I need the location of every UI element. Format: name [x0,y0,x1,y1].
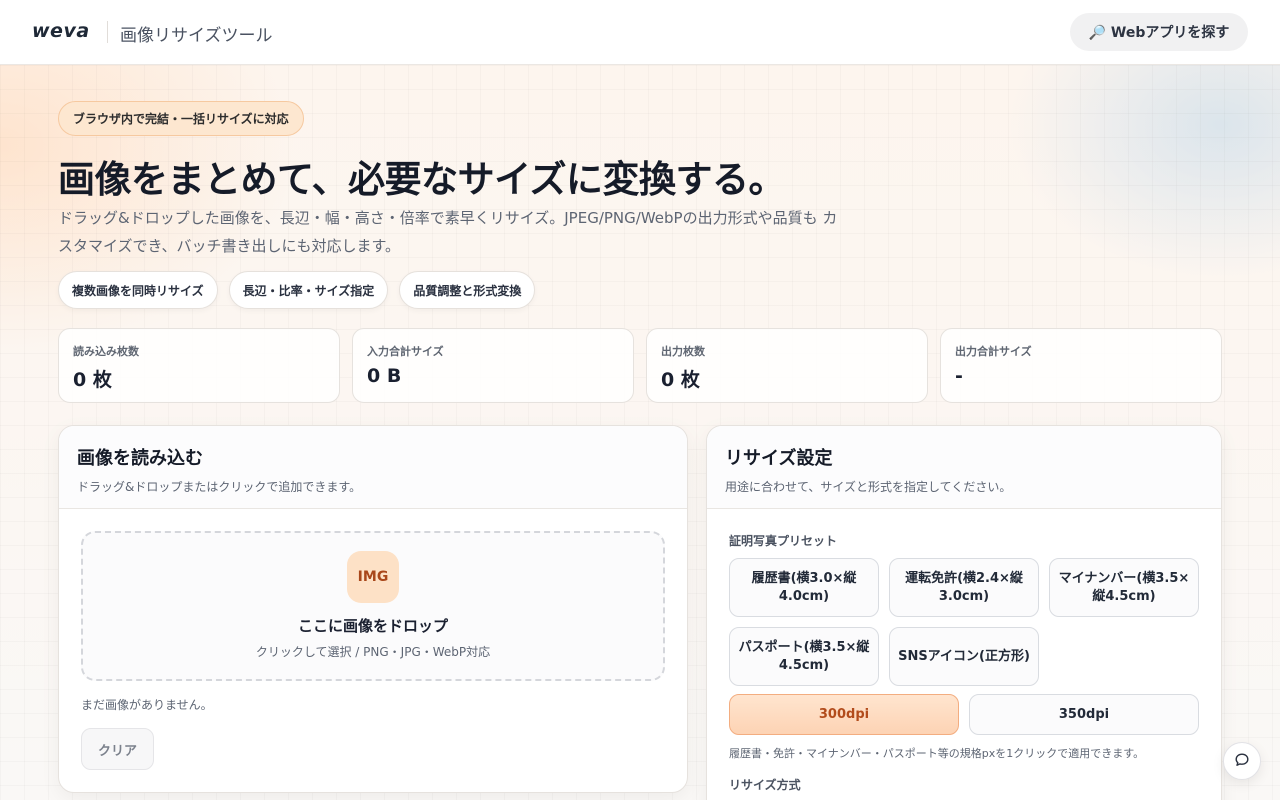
dropzone-subtitle: クリックして選択 / PNG・JPG・WebP対応 [255,645,491,659]
preset-section-label: 証明写真プリセット [729,534,838,548]
panel-header: リサイズ設定 用途に合わせて、サイズと形式を指定してください。 [707,426,1221,509]
top-bar: weva 画像リサイズツール 🔎 Webアプリを探す [0,0,1280,65]
panel-title: 画像を読み込む [77,448,203,469]
stat-value: - [955,365,963,387]
panel-subtitle: 用途に合わせて、サイズと形式を指定してください。 [725,480,1012,494]
resize-method-label: リサイズ方式 [729,778,801,792]
weva-logo[interactable]: weva [32,20,90,42]
feature-chip: 複数画像を同時リサイズ [58,271,218,309]
stat-card-input-size: 入力合計サイズ 0 B [352,328,634,403]
panel-title: リサイズ設定 [725,448,833,469]
load-images-panel: 画像を読み込む ドラッグ&ドロップまたはクリックで追加できます。 IMG ここに… [58,425,688,793]
stat-value: 0 枚 [73,369,112,391]
resize-settings-panel: リサイズ設定 用途に合わせて、サイズと形式を指定してください。 証明写真プリセッ… [706,425,1222,800]
find-web-apps-button[interactable]: 🔎 Webアプリを探す [1070,13,1248,51]
preset-sns-icon-button[interactable]: SNSアイコン(正方形) [889,627,1039,686]
image-icon: IMG [347,551,399,603]
app-title: 画像リサイズツール [120,26,273,46]
dpi-300-button[interactable]: 300dpi [729,694,959,735]
stat-value: 0 B [367,365,402,387]
preset-passport-button[interactable]: パスポート(横3.5×縦4.5cm) [729,627,879,686]
chat-bubble-icon [1234,752,1250,771]
stat-card-loaded-count: 読み込み枚数 0 枚 [58,328,340,403]
feature-chips: 複数画像を同時リサイズ 長辺・比率・サイズ指定 品質調整と形式変換 [58,271,536,309]
feature-chip: 長辺・比率・サイズ指定 [228,271,389,309]
stat-label: 出力枚数 [661,345,705,358]
feature-pill: ブラウザ内で完結・一括リサイズに対応 [58,101,304,136]
hero-title: 画像をまとめて、必要なサイズに変換する。 [58,158,786,201]
preset-drivers-license-button[interactable]: 運転免許(横2.4×縦3.0cm) [889,558,1039,617]
empty-state-message: まだ画像がありません。 [81,698,213,712]
preset-my-number-button[interactable]: マイナンバー(横3.5×縦4.5cm) [1049,558,1199,617]
dropzone-title: ここに画像をドロップ [297,617,448,635]
logo-divider [107,21,108,43]
main-content: ブラウザ内で完結・一括リサイズに対応 画像をまとめて、必要なサイズに変換する。 … [0,65,1280,800]
dpi-350-button[interactable]: 350dpi [969,694,1199,735]
clear-button[interactable]: クリア [81,728,154,770]
panel-subtitle: ドラッグ&ドロップまたはクリックで追加できます。 [77,480,362,494]
stat-label: 読み込み枚数 [73,345,139,358]
panel-header: 画像を読み込む ドラッグ&ドロップまたはクリックで追加できます。 [59,426,687,509]
hero-description: ドラッグ&ドロップした画像を、長辺・幅・高さ・倍率で素早くリサイズ。JPEG/P… [58,209,838,255]
find-web-apps-label: 🔎 Webアプリを探す [1088,25,1230,41]
stat-card-output-size: 出力合計サイズ - [940,328,1222,403]
chat-button[interactable] [1223,742,1261,780]
preset-note: 履歴書・免許・マイナンバー・パスポート等の規格pxを1クリックで適用できます。 [729,747,1145,760]
stat-card-output-count: 出力枚数 0 枚 [646,328,928,403]
stat-label: 入力合計サイズ [367,345,444,358]
image-dropzone[interactable]: IMG ここに画像をドロップ クリックして選択 / PNG・JPG・WebP対応 [81,531,665,681]
preset-resume-button[interactable]: 履歴書(横3.0×縦4.0cm) [729,558,879,617]
feature-chip: 品質調整と形式変換 [399,271,536,309]
stat-label: 出力合計サイズ [955,345,1032,358]
stat-value: 0 枚 [661,369,700,391]
